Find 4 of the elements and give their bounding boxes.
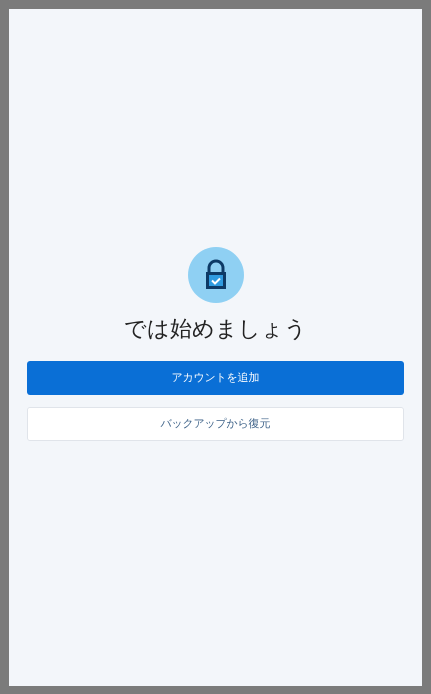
restore-backup-button[interactable]: バックアップから復元 <box>27 407 404 441</box>
add-account-button[interactable]: アカウントを追加 <box>27 361 404 395</box>
lock-icon <box>188 247 244 303</box>
heading: では始めましょう <box>124 316 307 344</box>
